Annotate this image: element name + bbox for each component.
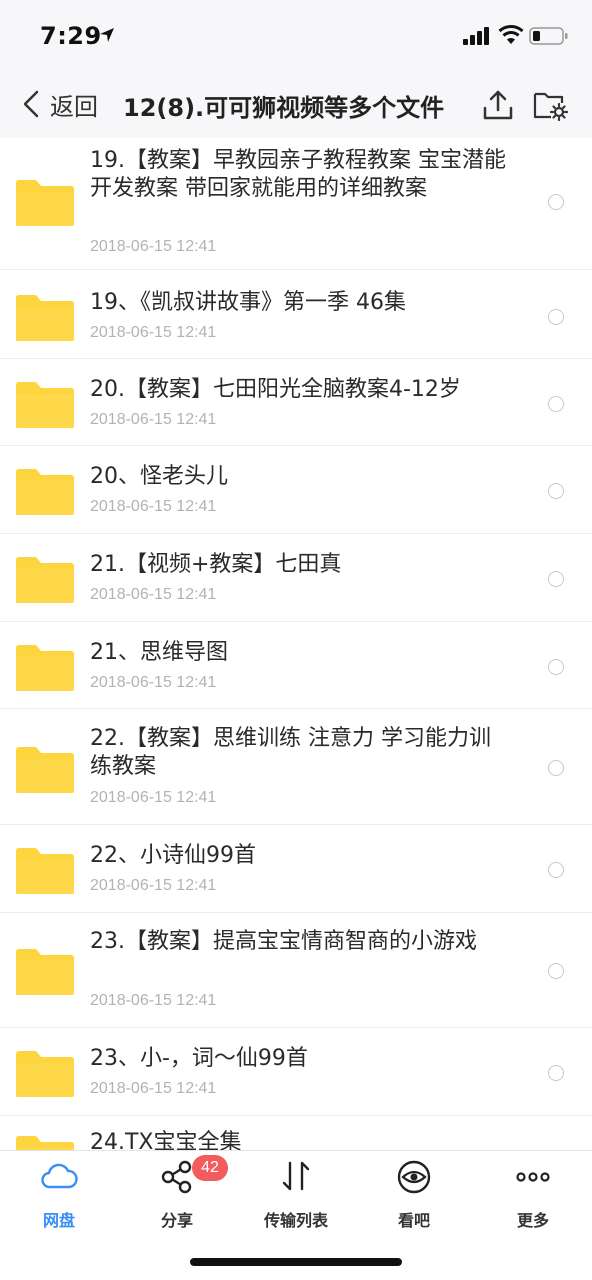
- list-item[interactable]: 22.【教案】思维训练 注意力 学习能力训练教案 2018-06-15 12:4…: [0, 709, 592, 825]
- list-item[interactable]: 19.【教案】早教园亲子教程教案 宝宝潜能开发教案 带回家就能用的详细教案 20…: [0, 138, 592, 270]
- page-title: 12(8).可可狮视频等多个文件: [123, 94, 445, 122]
- folder-date: 2018-06-15 12:41: [90, 498, 217, 515]
- list-item[interactable]: 19、《凯叔讲故事》第一季 46集 2018-06-15 12:41: [0, 271, 592, 359]
- folder-name: 24.TX宝宝全集: [90, 1130, 242, 1150]
- cellular-signal-icon: [463, 27, 489, 45]
- notification-badge: 42: [192, 1155, 228, 1181]
- list-item[interactable]: 24.TX宝宝全集: [0, 1116, 592, 1150]
- folder-name: 23.【教案】提高宝宝情商智商的小游戏: [90, 929, 477, 954]
- select-radio[interactable]: [548, 396, 564, 412]
- tab-watch[interactable]: 看吧: [355, 1151, 473, 1241]
- folder-icon: [16, 382, 74, 428]
- chevron-left-icon: [23, 90, 39, 118]
- location-arrow-icon: [100, 28, 114, 42]
- tab-more[interactable]: 更多: [474, 1151, 592, 1241]
- file-list: 19.【教案】早教园亲子教程教案 宝宝潜能开发教案 带回家就能用的详细教案 20…: [0, 138, 592, 1150]
- folder-icon: [16, 295, 74, 341]
- divider: [0, 269, 592, 270]
- select-radio[interactable]: [548, 483, 564, 499]
- status-time: 7:29: [40, 22, 102, 50]
- status-bar: 7:29: [0, 0, 592, 70]
- select-radio[interactable]: [548, 571, 564, 587]
- list-item[interactable]: 21.【视频+教案】七田真 2018-06-15 12:41: [0, 534, 592, 622]
- select-radio[interactable]: [548, 309, 564, 325]
- folder-name: 22.【教案】思维训练 注意力 学习能力训练教案: [90, 726, 491, 779]
- folder-name: 19、《凯叔讲故事》第一季 46集: [90, 290, 406, 315]
- folder-date: 2018-06-15 12:41: [90, 1080, 217, 1097]
- folder-date: 2018-06-15 12:41: [90, 789, 217, 806]
- more-icon: [516, 1172, 550, 1182]
- home-indicator: [190, 1258, 402, 1266]
- tab-label: 更多: [516, 1211, 549, 1230]
- folder-name: 19.【教案】早教园亲子教程教案 宝宝潜能开发教案 带回家就能用的详细教案: [90, 148, 506, 201]
- select-radio[interactable]: [548, 963, 564, 979]
- folder-date: 2018-06-15 12:41: [90, 674, 217, 691]
- list-item[interactable]: 23.【教案】提高宝宝情商智商的小游戏 2018-06-15 12:41: [0, 913, 592, 1028]
- upload-icon[interactable]: [481, 88, 515, 122]
- list-item[interactable]: 22、小诗仙99首 2018-06-15 12:41: [0, 825, 592, 913]
- folder-name: 22、小诗仙99首: [90, 843, 256, 868]
- select-radio[interactable]: [548, 760, 564, 776]
- select-radio[interactable]: [548, 194, 564, 210]
- folder-date: 2018-06-15 12:41: [90, 324, 217, 341]
- folder-icon: [16, 949, 74, 995]
- share-icon: [161, 1160, 192, 1194]
- select-radio[interactable]: [548, 862, 564, 878]
- folder-icon: [16, 1136, 74, 1150]
- folder-icon: [16, 747, 74, 793]
- tab-label: 传输列表: [263, 1211, 328, 1230]
- folder-name: 23、小-，词～仙99首: [90, 1046, 308, 1071]
- tab-transfer-list[interactable]: 传输列表: [237, 1151, 355, 1241]
- folder-date: 2018-06-15 12:41: [90, 992, 217, 1009]
- nav-bar: 返回 12(8).可可狮视频等多个文件: [0, 70, 592, 138]
- folder-icon: [16, 848, 74, 894]
- folder-date: 2018-06-15 12:41: [90, 586, 217, 603]
- folder-icon: [16, 557, 74, 603]
- folder-name: 20、怪老头儿: [90, 464, 228, 489]
- folder-icon: [16, 180, 74, 226]
- tab-netdisk[interactable]: 网盘: [0, 1151, 118, 1241]
- folder-name: 20.【教案】七田阳光全脑教案4-12岁: [90, 377, 461, 402]
- battery-icon: [529, 27, 568, 45]
- list-item[interactable]: 23、小-，词～仙99首 2018-06-15 12:41: [0, 1028, 592, 1116]
- folder-name: 21、思维导图: [90, 640, 228, 665]
- eye-icon: [397, 1160, 431, 1194]
- folder-date: 2018-06-15 12:41: [90, 238, 217, 255]
- back-label: 返回: [50, 92, 98, 121]
- select-radio[interactable]: [548, 1065, 564, 1081]
- folder-settings-icon[interactable]: [532, 88, 568, 122]
- transfer-icon: [282, 1161, 310, 1191]
- tab-label: 网盘: [42, 1211, 75, 1230]
- tab-label: 看吧: [397, 1211, 430, 1230]
- wifi-icon: [498, 25, 524, 44]
- list-item[interactable]: 20.【教案】七田阳光全脑教案4-12岁 2018-06-15 12:41: [0, 359, 592, 446]
- folder-date: 2018-06-15 12:41: [90, 411, 217, 428]
- folder-icon: [16, 1051, 74, 1097]
- folder-icon: [16, 645, 74, 691]
- list-item[interactable]: 20、怪老头儿 2018-06-15 12:41: [0, 446, 592, 534]
- folder-date: 2018-06-15 12:41: [90, 877, 217, 894]
- select-radio[interactable]: [548, 659, 564, 675]
- tab-label: 分享: [160, 1211, 193, 1230]
- cloud-icon: [41, 1163, 78, 1189]
- folder-icon: [16, 469, 74, 515]
- list-item[interactable]: 21、思维导图 2018-06-15 12:41: [0, 622, 592, 709]
- back-button[interactable]: 返回: [20, 84, 98, 124]
- folder-name: 21.【视频+教案】七田真: [90, 552, 342, 577]
